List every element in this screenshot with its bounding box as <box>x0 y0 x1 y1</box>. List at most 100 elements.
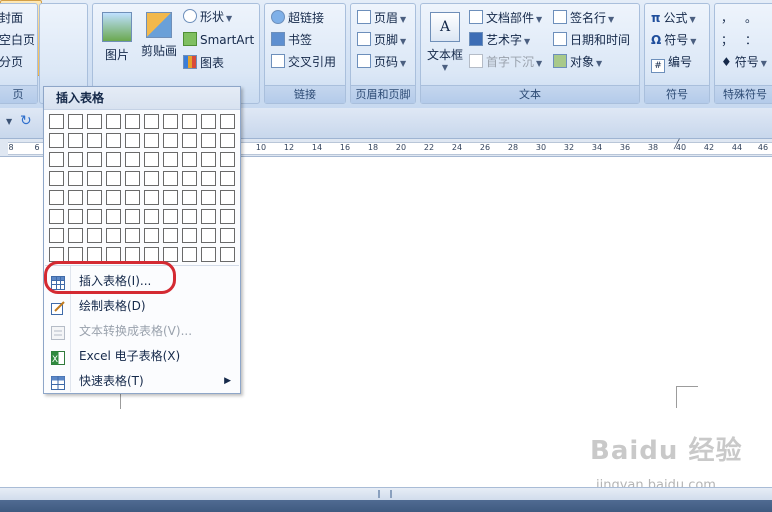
grid-cell[interactable] <box>163 228 178 243</box>
grid-cell[interactable] <box>201 171 216 186</box>
grid-cell[interactable] <box>68 171 83 186</box>
grid-cell[interactable] <box>68 190 83 205</box>
textbox-button[interactable]: A 文本框 ▼ <box>425 12 465 72</box>
grid-cell[interactable] <box>220 228 235 243</box>
grid-cell[interactable] <box>125 247 140 262</box>
grid-cell[interactable] <box>182 133 197 148</box>
grid-cell[interactable] <box>106 209 121 224</box>
grid-cell[interactable] <box>87 152 102 167</box>
excel-spreadsheet-menu-item[interactable]: X Excel 电子表格(X) <box>45 344 239 368</box>
grid-cell[interactable] <box>182 228 197 243</box>
grid-cell[interactable] <box>106 152 121 167</box>
grid-cell[interactable] <box>201 247 216 262</box>
date-time-button[interactable]: 日期和时间 <box>553 30 630 50</box>
grid-cell[interactable] <box>125 228 140 243</box>
grid-cell[interactable] <box>106 228 121 243</box>
grid-cell[interactable] <box>182 209 197 224</box>
symbol-button[interactable]: Ω 符号 ▼ <box>651 30 696 50</box>
grid-cell[interactable] <box>220 171 235 186</box>
grid-cell[interactable] <box>144 247 159 262</box>
grid-cell[interactable] <box>125 209 140 224</box>
special-char-period[interactable]: 。 <box>745 8 757 28</box>
grid-cell[interactable] <box>144 209 159 224</box>
grid-cell[interactable] <box>220 209 235 224</box>
grid-cell[interactable] <box>68 152 83 167</box>
grid-cell[interactable] <box>201 114 216 129</box>
grid-cell[interactable] <box>163 247 178 262</box>
chart-button[interactable]: 图表 <box>183 53 224 73</box>
grid-cell[interactable] <box>220 152 235 167</box>
grid-cell[interactable] <box>182 171 197 186</box>
grid-cell[interactable] <box>125 190 140 205</box>
grid-cell[interactable] <box>144 114 159 129</box>
grid-cell[interactable] <box>163 152 178 167</box>
draw-table-menu-item[interactable]: 绘制表格(D) <box>45 294 239 318</box>
grid-cell[interactable] <box>87 171 102 186</box>
grid-cell[interactable] <box>201 133 216 148</box>
grid-cell[interactable] <box>125 133 140 148</box>
special-symbol-button[interactable]: ♦ 符号 ▼ <box>721 52 767 72</box>
grid-cell[interactable] <box>163 190 178 205</box>
quick-tables-menu-item[interactable]: 快速表格(T) ▶ <box>45 369 239 393</box>
grid-cell[interactable] <box>220 133 235 148</box>
quick-parts-button[interactable]: 文档部件 ▼ <box>469 8 542 28</box>
grid-cell[interactable] <box>49 228 64 243</box>
grid-cell[interactable] <box>68 247 83 262</box>
grid-cell[interactable] <box>220 114 235 129</box>
grid-cell[interactable] <box>106 171 121 186</box>
hyperlink-button[interactable]: 超链接 <box>271 8 324 28</box>
grid-cell[interactable] <box>49 133 64 148</box>
grid-cell[interactable] <box>49 247 64 262</box>
grid-cell[interactable] <box>144 171 159 186</box>
grid-cell[interactable] <box>163 209 178 224</box>
grid-cell[interactable] <box>182 247 197 262</box>
scrollbar-grip-icon[interactable] <box>378 490 392 498</box>
convert-text-to-table-menu-item[interactable]: 文本转换成表格(V)... <box>45 319 239 343</box>
refresh-icon[interactable]: ↻ <box>20 113 32 129</box>
number-button[interactable]: # 编号 <box>651 52 692 73</box>
grid-cell[interactable] <box>87 133 102 148</box>
header-button[interactable]: 页眉 ▼ <box>357 8 406 28</box>
grid-cell[interactable] <box>87 247 102 262</box>
signature-line-button[interactable]: 签名行 ▼ <box>553 8 614 28</box>
grid-cell[interactable] <box>87 228 102 243</box>
special-char-semicolon[interactable]: ； <box>721 30 733 50</box>
special-char-comma[interactable]: ， <box>721 8 733 28</box>
bookmark-button[interactable]: 书签 <box>271 30 312 50</box>
grid-cell[interactable] <box>87 209 102 224</box>
picture-button[interactable]: 图片 <box>99 12 135 63</box>
wordart-button[interactable]: 艺术字 ▼ <box>469 30 530 50</box>
grid-cell[interactable] <box>49 114 64 129</box>
horizontal-scrollbar[interactable] <box>0 487 772 501</box>
grid-cell[interactable] <box>163 133 178 148</box>
grid-cell[interactable] <box>106 247 121 262</box>
page-number-button[interactable]: 页码 ▼ <box>357 52 406 72</box>
grid-cell[interactable] <box>125 114 140 129</box>
grid-cell[interactable] <box>144 152 159 167</box>
object-button[interactable]: 对象 ▼ <box>553 52 602 72</box>
grid-cell[interactable] <box>125 152 140 167</box>
shapes-button[interactable]: 形状 ▼ <box>183 7 232 27</box>
right-indent-marker[interactable]: ╱ <box>674 140 679 150</box>
grid-cell[interactable] <box>220 190 235 205</box>
grid-cell[interactable] <box>163 171 178 186</box>
grid-cell[interactable] <box>68 133 83 148</box>
grid-cell[interactable] <box>87 114 102 129</box>
grid-cell[interactable] <box>144 190 159 205</box>
cross-reference-button[interactable]: 交叉引用 <box>271 52 336 72</box>
grid-cell[interactable] <box>87 190 102 205</box>
grid-cell[interactable] <box>201 190 216 205</box>
grid-cell[interactable] <box>49 171 64 186</box>
grid-cell[interactable] <box>49 190 64 205</box>
grid-cell[interactable] <box>68 114 83 129</box>
grid-cell[interactable] <box>144 228 159 243</box>
page-break-button[interactable]: 分页 <box>0 52 23 72</box>
grid-cell[interactable] <box>68 228 83 243</box>
grid-cell[interactable] <box>106 114 121 129</box>
footer-button[interactable]: 页脚 ▼ <box>357 30 406 50</box>
grid-cell[interactable] <box>182 114 197 129</box>
grid-cell[interactable] <box>182 190 197 205</box>
grid-cell[interactable] <box>49 209 64 224</box>
grid-cell[interactable] <box>144 133 159 148</box>
grid-cell[interactable] <box>201 209 216 224</box>
